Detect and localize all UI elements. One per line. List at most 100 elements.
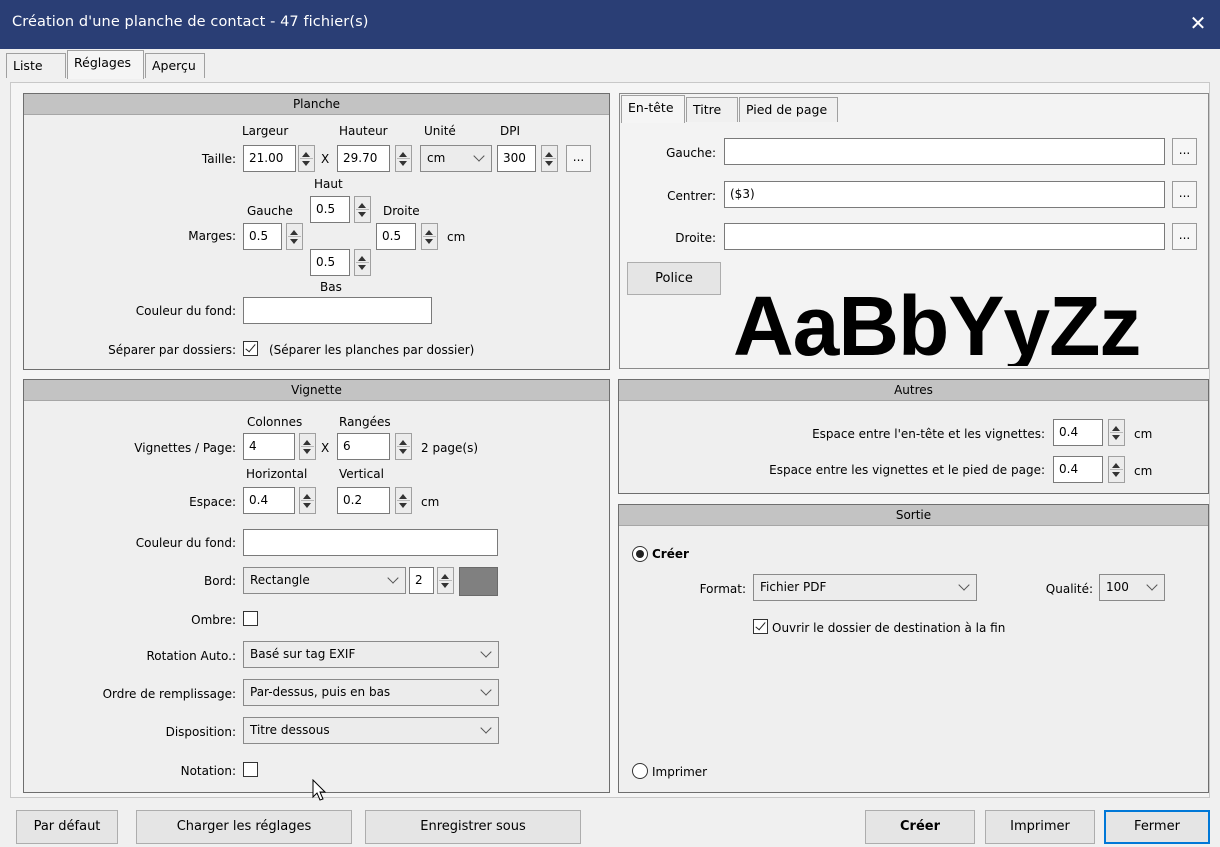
vignettes-page-label: Vignettes / Page: bbox=[134, 441, 236, 455]
espace-entete-unit: cm bbox=[1134, 427, 1153, 441]
espace-pied-unit: cm bbox=[1134, 464, 1153, 478]
ordre-select[interactable]: Par-dessus, puis en bas bbox=[243, 679, 499, 706]
header-centrer-field[interactable]: ($3) bbox=[724, 181, 1165, 208]
qualite-label: Qualité: bbox=[1045, 582, 1093, 596]
espace-pied-label: Espace entre les vignettes et le pied de… bbox=[769, 463, 1045, 477]
marge-haut-field[interactable]: 0.5 bbox=[310, 196, 350, 223]
rangees-field[interactable]: 6 bbox=[337, 433, 390, 460]
taille-label: Taille: bbox=[201, 152, 236, 166]
planche-group: Planche bbox=[23, 93, 610, 370]
bord-color-swatch[interactable] bbox=[459, 567, 498, 596]
espace-entete-spinner[interactable] bbox=[1108, 419, 1125, 446]
tab-reglages[interactable]: Réglages bbox=[67, 50, 144, 79]
sortie-group: Sortie bbox=[618, 504, 1209, 793]
disposition-label: Disposition: bbox=[165, 725, 236, 739]
espace-v-field[interactable]: 0.2 bbox=[337, 487, 390, 514]
header-droite-more-button[interactable]: ... bbox=[1172, 223, 1197, 250]
separer-checkbox[interactable] bbox=[243, 341, 258, 356]
disposition-value: Titre dessous bbox=[250, 723, 330, 737]
tab-pied-de-page[interactable]: Pied de page bbox=[739, 97, 838, 122]
marge-gauche-field[interactable]: 0.5 bbox=[243, 223, 282, 250]
chevron-down-icon bbox=[480, 646, 492, 658]
creer-radio[interactable] bbox=[632, 546, 648, 562]
espace-h-field[interactable]: 0.4 bbox=[243, 487, 295, 514]
espace-h-spinner[interactable] bbox=[299, 487, 316, 514]
hauteur-spinner[interactable] bbox=[395, 145, 412, 172]
unite-value: cm bbox=[427, 151, 446, 165]
ordre-value: Par-dessus, puis en bas bbox=[250, 685, 391, 699]
rotation-label: Rotation Auto.: bbox=[146, 649, 236, 663]
qualite-select[interactable]: 100 bbox=[1099, 574, 1165, 601]
check-icon bbox=[245, 341, 256, 353]
header-gauche-field[interactable] bbox=[724, 138, 1165, 165]
colonnes-spinner[interactable] bbox=[299, 433, 316, 460]
unite-select[interactable]: cm bbox=[420, 145, 492, 172]
creer-button[interactable]: Créer bbox=[865, 810, 975, 844]
largeur-field[interactable]: 21.00 bbox=[243, 145, 296, 172]
header-droite-field[interactable] bbox=[724, 223, 1165, 250]
planche-couleur-field[interactable] bbox=[243, 297, 432, 324]
header-gauche-more-button[interactable]: ... bbox=[1172, 138, 1197, 165]
espace-entete-field[interactable]: 0.4 bbox=[1053, 419, 1103, 446]
planche-couleur-label: Couleur du fond: bbox=[135, 304, 236, 318]
ombre-checkbox[interactable] bbox=[243, 611, 258, 626]
format-label: Format: bbox=[699, 582, 746, 596]
marge-haut-spinner[interactable] bbox=[354, 196, 371, 223]
chevron-down-icon bbox=[387, 572, 399, 584]
enregistrer-button[interactable]: Enregistrer sous bbox=[365, 810, 581, 844]
imprimer-button[interactable]: Imprimer bbox=[985, 810, 1095, 844]
tab-titre[interactable]: Titre bbox=[686, 97, 738, 122]
marge-bas-field[interactable]: 0.5 bbox=[310, 249, 350, 276]
horizontal-label: Horizontal bbox=[246, 467, 308, 481]
dpi-field[interactable]: 300 bbox=[497, 145, 536, 172]
font-preview: AaBbYyZz bbox=[621, 278, 1207, 366]
marge-droite-field[interactable]: 0.5 bbox=[376, 223, 416, 250]
unite-label: Unité bbox=[424, 124, 456, 138]
qualite-value: 100 bbox=[1106, 580, 1129, 594]
vertical-label: Vertical bbox=[339, 467, 384, 481]
tab-liste[interactable]: Liste bbox=[6, 53, 66, 78]
tab-entete[interactable]: En-tête bbox=[621, 95, 685, 123]
ouvrir-checkbox[interactable] bbox=[753, 619, 768, 634]
marge-bas-spinner[interactable] bbox=[354, 249, 371, 276]
espace-v-spinner[interactable] bbox=[395, 487, 412, 514]
ordre-label: Ordre de remplissage: bbox=[102, 687, 236, 701]
rotation-select[interactable]: Basé sur tag EXIF bbox=[243, 641, 499, 668]
notation-label: Notation: bbox=[180, 764, 236, 778]
format-select[interactable]: Fichier PDF bbox=[753, 574, 977, 601]
ouvrir-label: Ouvrir le dossier de destination à la fi… bbox=[772, 621, 1006, 635]
fermer-button[interactable]: Fermer bbox=[1104, 810, 1210, 844]
bord-width-field[interactable]: 2 bbox=[409, 567, 434, 594]
marge-droite-spinner[interactable] bbox=[421, 223, 438, 250]
rangees-spinner[interactable] bbox=[395, 433, 412, 460]
notation-checkbox[interactable] bbox=[243, 762, 258, 777]
charger-button[interactable]: Charger les réglages bbox=[136, 810, 352, 844]
vignette-couleur-field[interactable] bbox=[243, 529, 498, 556]
disposition-select[interactable]: Titre dessous bbox=[243, 717, 499, 744]
bord-select[interactable]: Rectangle bbox=[243, 567, 406, 594]
largeur-spinner[interactable] bbox=[298, 145, 315, 172]
ombre-label: Ombre: bbox=[191, 613, 236, 627]
tab-bar: Liste Réglages Aperçu bbox=[0, 49, 1220, 83]
tab-apercu[interactable]: Aperçu bbox=[145, 53, 205, 78]
par-defaut-button[interactable]: Par défaut bbox=[16, 810, 118, 844]
page-size-more-button[interactable]: ... bbox=[566, 145, 591, 172]
marge-gauche-spinner[interactable] bbox=[286, 223, 303, 250]
gauche-header-label: Gauche: bbox=[666, 146, 716, 160]
close-icon[interactable]: ✕ bbox=[1183, 8, 1213, 38]
espace-pied-spinner[interactable] bbox=[1108, 456, 1125, 483]
colonnes-label: Colonnes bbox=[247, 415, 303, 429]
imprimer-radio[interactable] bbox=[632, 763, 648, 779]
hauteur-field[interactable]: 29.70 bbox=[337, 145, 390, 172]
dpi-label: DPI bbox=[500, 124, 521, 138]
header-centrer-more-button[interactable]: ... bbox=[1172, 181, 1197, 208]
espace-unit-label: cm bbox=[421, 495, 440, 509]
chevron-down-icon bbox=[480, 684, 492, 696]
dpi-spinner[interactable] bbox=[541, 145, 558, 172]
gauche-label: Gauche bbox=[247, 204, 293, 218]
espace-pied-field[interactable]: 0.4 bbox=[1053, 456, 1103, 483]
vignette-header: Vignette bbox=[24, 380, 609, 401]
radio-dot bbox=[636, 550, 644, 558]
bord-width-spinner[interactable] bbox=[437, 567, 454, 594]
colonnes-field[interactable]: 4 bbox=[243, 433, 295, 460]
